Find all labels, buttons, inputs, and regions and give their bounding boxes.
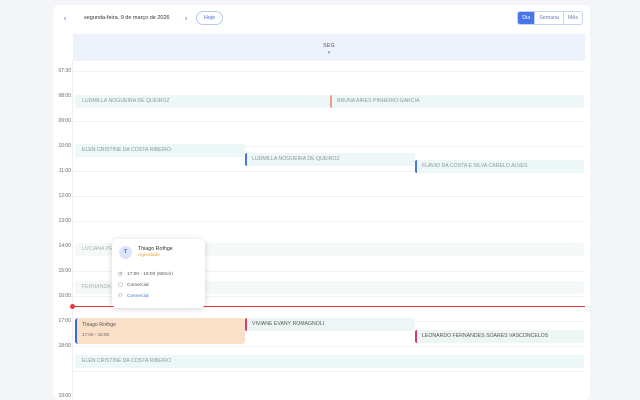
appointment-event[interactable]: ELEN CRISTINE DA COSTA RIBEIRO [75, 355, 584, 368]
appointment-popover: T Thiago Rothge Agendado ◷ 17:00 - 18:00 … [112, 239, 205, 308]
day-name: SEG [323, 43, 335, 49]
avatar: T [119, 246, 132, 259]
selected-appointment-event[interactable]: Thiago Rothge 17:00 - 18:00 [75, 318, 245, 344]
chevron-left-icon[interactable]: ‹ [60, 14, 70, 24]
view-switcher: Dia Semana Mês [517, 11, 583, 25]
time-label: 19:00 [58, 393, 71, 399]
user-icon: ⚇ [118, 293, 123, 299]
status-badge: Agendado [138, 253, 160, 258]
time-label: 16:00 [58, 293, 71, 299]
time-label: 10:00 [58, 143, 71, 149]
gutter-divider [72, 61, 73, 400]
popover-group-row[interactable]: ⚇ Comercial [118, 293, 149, 299]
current-time-dot [70, 304, 75, 309]
popover-type-row: ▢ Comercial [118, 282, 149, 288]
popover-time: 17:00 - 18:00 (60min) [127, 272, 173, 277]
chevron-right-icon[interactable]: › [181, 14, 191, 24]
current-date-label: segunda-feira, 9 de março de 2026 [84, 15, 170, 21]
time-label: 13:00 [58, 218, 71, 224]
appointment-event[interactable]: LUDMILLA NOGUEIRA DE QUEIROZ [75, 95, 330, 108]
time-grid: 07:30 08:00 09:00 10:00 11:00 12:00 13:0… [53, 61, 590, 400]
time-label: 17:00 [58, 318, 71, 324]
clock-icon: ◷ [118, 271, 123, 277]
grid-line [73, 196, 585, 197]
event-title: Thiago Rothge [82, 322, 117, 328]
time-label: 14:00 [58, 243, 71, 249]
grid-line [73, 371, 585, 372]
appointment-event[interactable]: LEONARDO FERNANDES SOARES VASCONCELOS [415, 330, 584, 343]
appointment-event[interactable]: VIVIANE EVANY ROMAGNOLI [245, 318, 415, 331]
day-column-header[interactable]: SEG ▾ [73, 34, 585, 61]
time-label: 09:00 [58, 118, 71, 124]
time-label: 07:30 [58, 68, 71, 74]
event-time: 17:00 - 18:00 [82, 332, 110, 337]
appointment-event[interactable]: LUDMILLA NOGUEIRA DE QUEIROZ [245, 153, 415, 166]
grid-line [73, 346, 585, 347]
calendar-panel: ‹ segunda-feira, 9 de março de 2026 › Ho… [53, 5, 590, 400]
grid-line [73, 221, 585, 222]
popover-type: Comercial [127, 283, 149, 288]
view-day-button[interactable]: Dia [518, 12, 535, 24]
grid-line [73, 121, 585, 122]
popover-time-row: ◷ 17:00 - 18:00 (60min) [118, 271, 173, 277]
time-label: 11:00 [58, 168, 71, 174]
view-month-button[interactable]: Mês [562, 12, 582, 24]
document-icon: ▢ [118, 282, 123, 288]
popover-client-name: Thiago Rothge [138, 246, 173, 252]
time-label: 15:00 [58, 268, 71, 274]
time-label: 12:00 [58, 193, 71, 199]
appointment-event[interactable]: ELEN CRISTINE DA COSTA RIBEIRO [75, 144, 245, 157]
today-button[interactable]: Hoje [196, 11, 223, 25]
time-label: 18:00 [58, 343, 71, 349]
chevron-down-icon[interactable]: ▾ [73, 50, 585, 56]
calendar-toolbar: ‹ segunda-feira, 9 de março de 2026 › Ho… [53, 5, 590, 33]
view-week-button[interactable]: Semana [534, 12, 563, 24]
appointment-event[interactable]: FLAVIO DA COSTA E SILVA CARELO ALVES [415, 160, 584, 173]
time-label: 08:00 [58, 93, 71, 99]
grid-line [73, 71, 585, 72]
appointment-event[interactable]: BRUNA AIRES PINHEIRO GARCIA [330, 95, 584, 108]
popover-group[interactable]: Comercial [127, 294, 149, 299]
